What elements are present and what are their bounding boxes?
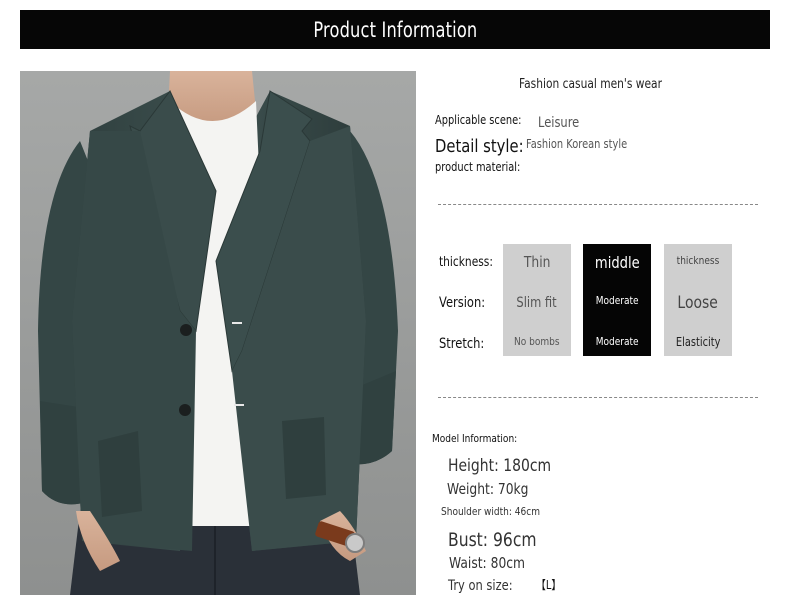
try-on-size-value: 【L】: [536, 578, 562, 592]
thickness-row-label: thickness:: [439, 255, 493, 270]
divider: [438, 204, 758, 205]
attribute-column-thin: Thin Slim fit No bombs: [503, 244, 571, 356]
product-photo: [20, 71, 416, 595]
applicable-scene-label: Applicable scene:: [435, 113, 522, 127]
section-header: Product Information: [20, 10, 770, 49]
attribute-column-loose: thickness Loose Elasticity: [664, 244, 732, 356]
model-height: Height: 180cm: [448, 456, 552, 476]
thickness-option: middle: [594, 253, 640, 272]
stretch-row-label: Stretch:: [439, 336, 485, 352]
section-title: Product Information: [312, 17, 478, 42]
model-waist: Waist: 80cm: [449, 554, 526, 572]
divider: [438, 397, 758, 398]
model-wearing-green-knit-blazer: [38, 71, 398, 595]
version-option: Loose: [677, 293, 719, 313]
stretch-option: Elasticity: [675, 335, 721, 349]
attribute-column-middle: middle Moderate Moderate: [583, 244, 651, 356]
product-material-label: product material:: [435, 160, 521, 174]
thickness-option: Thin: [523, 253, 551, 271]
model-shoulder-width: Shoulder width: 46cm: [441, 505, 541, 518]
applicable-scene-value: Leisure: [538, 115, 580, 131]
thickness-option: thickness: [676, 254, 720, 267]
model-weight: Weight: 70kg: [447, 480, 529, 498]
try-on-size-label: Try on size:: [448, 578, 513, 594]
stretch-option: No bombs: [514, 335, 560, 348]
detail-style-value: Fashion Korean style: [526, 137, 628, 151]
version-option: Moderate: [595, 294, 639, 307]
model-bust: Bust: 96cm: [448, 529, 537, 551]
version-row-label: Version:: [439, 295, 486, 311]
model-info-heading: Model Information:: [432, 432, 518, 445]
version-option: Slim fit: [516, 295, 558, 311]
product-subtitle: Fashion casual men's wear: [519, 77, 662, 92]
stretch-option: Moderate: [595, 335, 639, 348]
